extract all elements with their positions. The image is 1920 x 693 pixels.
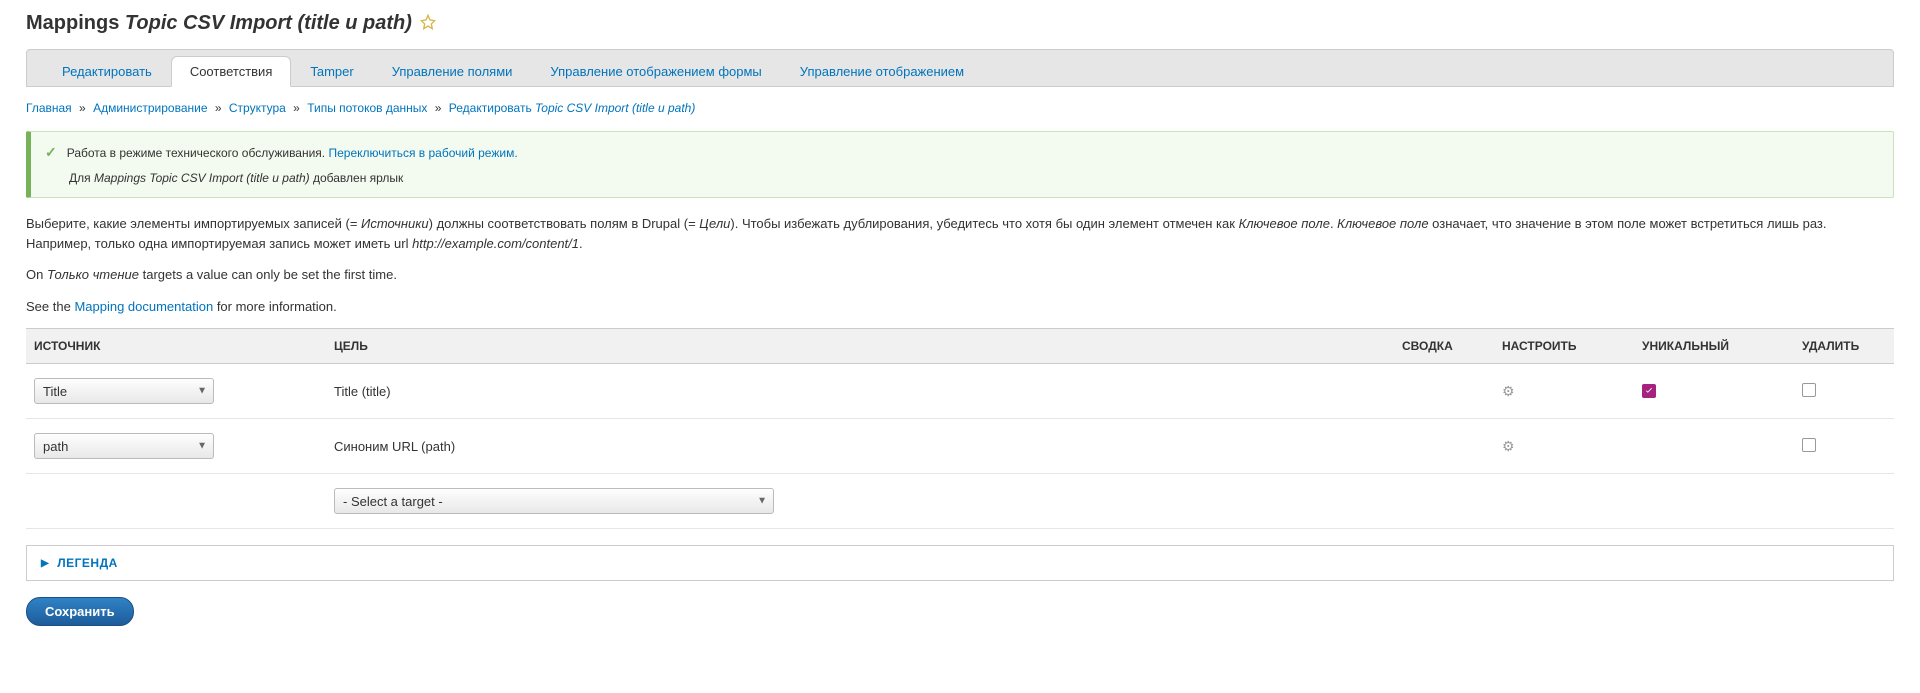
- tab-mapping[interactable]: Соответствия: [171, 56, 292, 87]
- source-select[interactable]: Title ▼: [34, 378, 214, 404]
- target-cell: Синоним URL (path): [326, 419, 1394, 474]
- status-messages: ✓ Работа в режиме технического обслужива…: [26, 131, 1894, 198]
- intro-paragraph-2: On Только чтение targets a value can onl…: [26, 265, 1894, 285]
- mapping-row: Title ▼ Title (title) ⚙: [26, 364, 1894, 419]
- switch-mode-link[interactable]: Переключиться в рабочий режим.: [328, 146, 517, 160]
- mapping-table: ИСТОЧНИК ЦЕЛЬ СВОДКА НАСТРОИТЬ УНИКАЛЬНЫ…: [26, 328, 1894, 529]
- breadcrumb-sep: »: [293, 101, 300, 115]
- breadcrumb-link[interactable]: Администрирование: [93, 101, 207, 115]
- th-target: ЦЕЛЬ: [326, 329, 1394, 364]
- breadcrumb-link[interactable]: Структура: [229, 101, 286, 115]
- breadcrumb-current[interactable]: Редактировать Topic CSV Import (title и …: [449, 101, 696, 115]
- target-cell: Title (title): [326, 364, 1394, 419]
- chevron-down-icon: ▼: [197, 386, 207, 397]
- th-delete: УДАЛИТЬ: [1794, 329, 1894, 364]
- mapping-row: path ▼ Синоним URL (path) ⚙: [26, 419, 1894, 474]
- th-source: ИСТОЧНИК: [26, 329, 326, 364]
- message-maintenance: ✓ Работа в режиме технического обслужива…: [45, 144, 1879, 161]
- gear-icon[interactable]: ⚙: [1502, 383, 1515, 399]
- add-mapping-row: - Select a target - ▼: [26, 474, 1894, 529]
- delete-checkbox[interactable]: [1802, 383, 1816, 397]
- intro-paragraph-3: See the Mapping documentation for more i…: [26, 297, 1894, 317]
- message-shortcut: Для Mappings Topic CSV Import (title и p…: [45, 171, 1879, 185]
- breadcrumb-link[interactable]: Главная: [26, 101, 72, 115]
- chevron-down-icon: ▼: [197, 441, 207, 452]
- gear-icon[interactable]: ⚙: [1502, 438, 1515, 454]
- unique-checkbox[interactable]: [1642, 384, 1656, 398]
- page-title-prefix: Mappings: [26, 12, 119, 34]
- save-button[interactable]: Сохранить: [26, 597, 134, 626]
- page-title-italic: Topic CSV Import (title и path): [125, 12, 412, 34]
- message-text: Работа в режиме технического обслуживани…: [67, 146, 325, 160]
- tab-edit[interactable]: Редактировать: [43, 56, 171, 87]
- breadcrumb-link[interactable]: Типы потоков данных: [307, 101, 427, 115]
- check-icon: ✓: [45, 144, 57, 161]
- delete-checkbox[interactable]: [1802, 438, 1816, 452]
- triangle-right-icon: ▶: [41, 558, 49, 569]
- mapping-doc-link[interactable]: Mapping documentation: [74, 299, 213, 314]
- page-title-wrap: Mappings Topic CSV Import (title и path): [26, 12, 1894, 35]
- star-icon[interactable]: [420, 14, 436, 33]
- tabs-bar: Редактировать Соответствия Tamper Управл…: [26, 49, 1894, 87]
- tab-manage-fields[interactable]: Управление полями: [373, 56, 532, 87]
- add-target-select[interactable]: - Select a target - ▼: [334, 488, 774, 514]
- tab-tamper[interactable]: Tamper: [291, 56, 372, 87]
- chevron-down-icon: ▼: [757, 496, 767, 507]
- legend-label: ЛЕГЕНДА: [57, 556, 118, 570]
- breadcrumb: Главная » Администрирование » Структура …: [26, 101, 1894, 115]
- th-unique: УНИКАЛЬНЫЙ: [1634, 329, 1794, 364]
- th-summary: СВОДКА: [1394, 329, 1494, 364]
- tab-manage-form-display[interactable]: Управление отображением формы: [531, 56, 780, 87]
- tab-manage-display[interactable]: Управление отображением: [781, 56, 983, 87]
- intro-paragraph-1: Выберите, какие элементы импортируемых з…: [26, 214, 1894, 253]
- page-title: Mappings Topic CSV Import (title и path): [26, 12, 412, 35]
- breadcrumb-sep: »: [79, 101, 86, 115]
- legend-fieldset[interactable]: ▶ ЛЕГЕНДА: [26, 545, 1894, 581]
- breadcrumb-sep: »: [435, 101, 442, 115]
- breadcrumb-sep: »: [215, 101, 222, 115]
- source-select[interactable]: path ▼: [34, 433, 214, 459]
- th-configure: НАСТРОИТЬ: [1494, 329, 1634, 364]
